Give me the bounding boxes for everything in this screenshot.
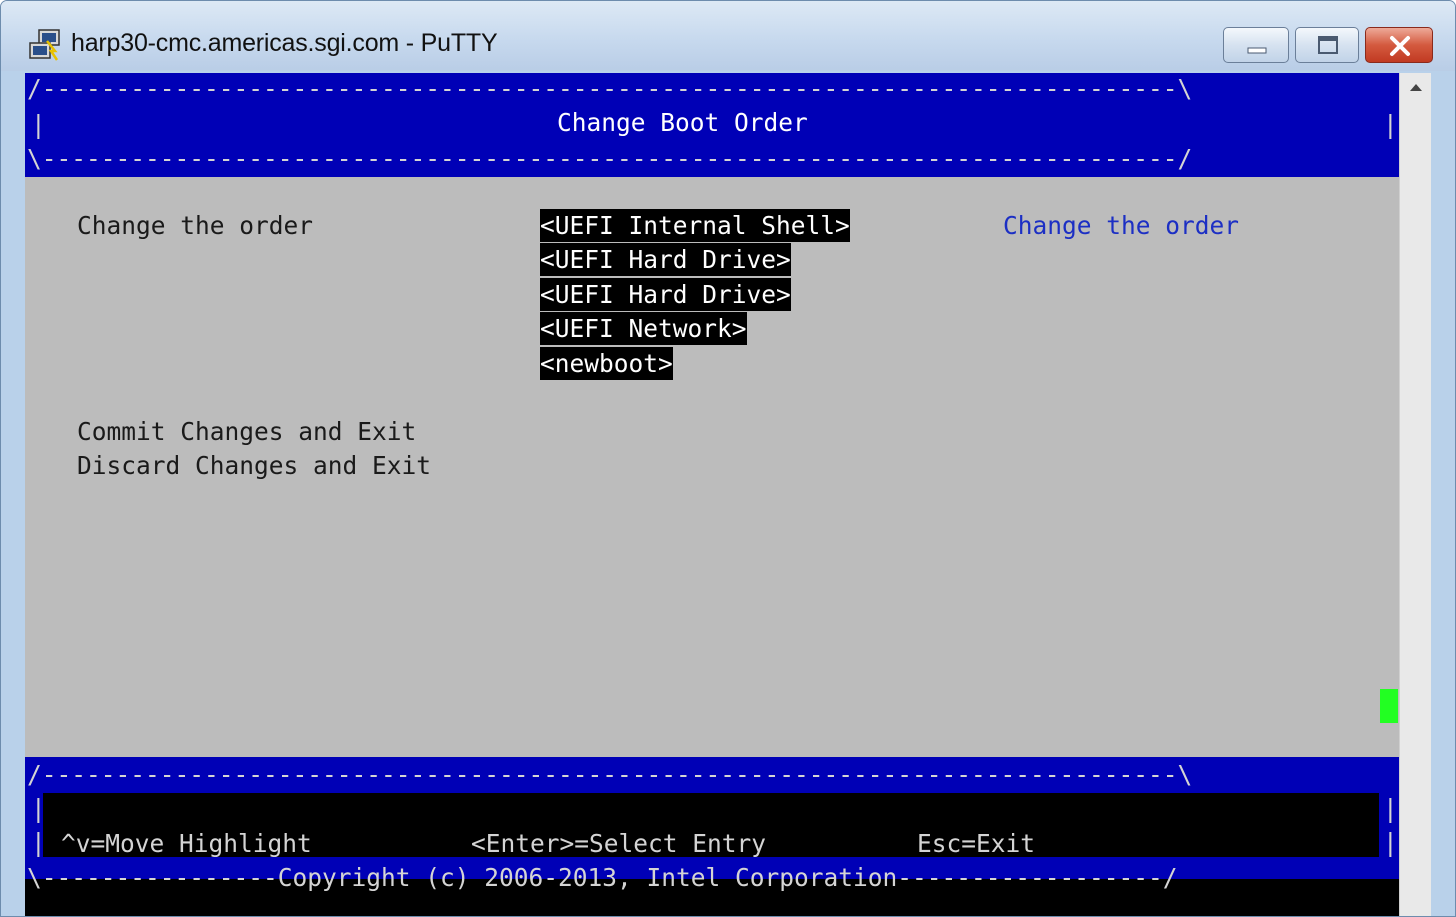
key-hint-exit: Esc=Exit — [917, 829, 1036, 858]
maximize-icon — [1318, 36, 1338, 54]
key-hint-select: <Enter>=Select Entry — [471, 829, 767, 858]
page-title: Change Boot Order — [557, 108, 808, 137]
scroll-up-arrow-icon[interactable] — [1400, 73, 1432, 103]
footer-border-top: /---------------------------------------… — [27, 760, 1193, 789]
boot-entry[interactable]: <UEFI Hard Drive> — [540, 243, 791, 276]
footer-side-right: | — [1383, 828, 1398, 857]
close-icon — [1390, 36, 1410, 56]
header-side-right: | — [1383, 110, 1398, 139]
header-side-left: | — [31, 110, 46, 139]
title-bar[interactable]: harp30-cmc.americas.sgi.com - PuTTY — [1, 1, 1455, 71]
putty-icon — [29, 29, 60, 61]
option-label[interactable]: Change the order — [77, 212, 313, 240]
footer-side-left: | — [31, 828, 46, 857]
vertical-scrollbar[interactable] — [1399, 73, 1432, 916]
maximize-button[interactable] — [1295, 27, 1359, 63]
terminal-screen[interactable]: /---------------------------------------… — [25, 73, 1399, 916]
window-title: harp30-cmc.americas.sgi.com - PuTTY — [71, 29, 498, 57]
minimize-icon — [1247, 47, 1267, 54]
header-border-bottom: \---------------------------------------… — [27, 144, 1193, 173]
boot-entry[interactable]: <UEFI Hard Drive> — [540, 278, 791, 311]
terminal-client-area[interactable]: /---------------------------------------… — [25, 73, 1432, 916]
copyright-line: \----------------Copyright (c) 2006-2013… — [27, 863, 1178, 892]
close-button[interactable] — [1365, 27, 1433, 63]
minimize-button[interactable] — [1223, 27, 1289, 63]
key-hint-move: ^v=Move Highlight — [61, 829, 312, 858]
terminal-cursor — [1380, 689, 1398, 723]
header-border-top: /---------------------------------------… — [27, 74, 1193, 103]
help-text: Change the order — [1003, 211, 1240, 240]
footer-side-left: | — [31, 794, 46, 823]
boot-entry[interactable]: <newboot> — [540, 347, 673, 380]
footer-side-right: | — [1383, 794, 1398, 823]
boot-entry[interactable]: <UEFI Internal Shell> — [540, 209, 850, 242]
putty-window: harp30-cmc.americas.sgi.com - PuTTY /---… — [0, 0, 1456, 917]
discard-changes-option[interactable]: Discard Changes and Exit — [77, 452, 431, 480]
boot-entry[interactable]: <UEFI Network> — [540, 312, 747, 345]
commit-changes-option[interactable]: Commit Changes and Exit — [77, 418, 416, 446]
